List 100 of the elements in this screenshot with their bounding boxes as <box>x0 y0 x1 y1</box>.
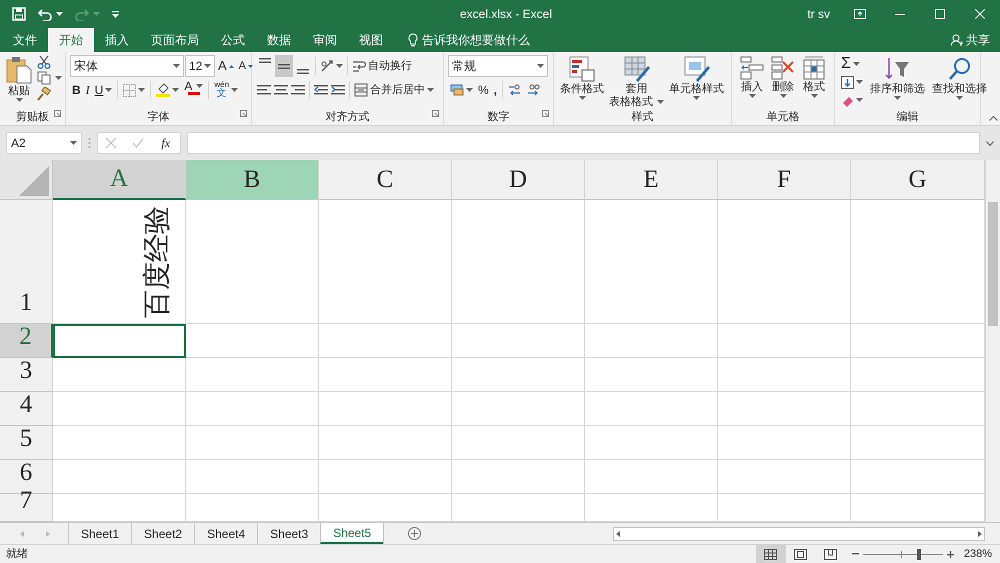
grid-cell[interactable] <box>718 392 851 426</box>
grid-cell[interactable] <box>319 200 452 324</box>
name-box[interactable]: A2 <box>6 132 82 154</box>
cells-button[interactable]: 插入 <box>738 55 766 109</box>
grid-cell[interactable] <box>718 324 851 358</box>
zoom-out-icon[interactable] <box>852 550 859 558</box>
column-header[interactable]: G <box>851 160 985 200</box>
column-header[interactable]: B <box>186 160 319 200</box>
grid-cell[interactable] <box>718 358 851 392</box>
style-button[interactable]: 条件格式 <box>558 55 606 109</box>
scroll-left-icon[interactable] <box>20 530 24 536</box>
zoom-percent[interactable]: 238% <box>964 546 992 562</box>
view-button[interactable] <box>756 545 786 563</box>
column-header[interactable]: E <box>585 160 718 200</box>
grid-cell[interactable] <box>452 200 585 324</box>
grid-cell[interactable] <box>452 426 585 460</box>
grow-font-button[interactable]: A <box>216 55 236 77</box>
grid-cell[interactable] <box>186 460 319 494</box>
cancel-icon[interactable] <box>106 138 116 148</box>
grid-cell[interactable] <box>53 426 186 460</box>
column-header[interactable]: D <box>452 160 585 200</box>
grid-cell[interactable] <box>452 460 585 494</box>
wrap-text-button[interactable]: 自动换行 <box>351 55 413 77</box>
grid-cell[interactable] <box>319 460 452 494</box>
grid-cell[interactable]: 百度经验 <box>53 200 186 324</box>
underline-button[interactable]: U <box>92 79 114 101</box>
fill-button[interactable] <box>839 73 865 91</box>
bold-button[interactable]: B <box>70 79 83 101</box>
grid-cell[interactable] <box>319 358 452 392</box>
horizontal-scrollbar[interactable] <box>613 526 985 540</box>
sheet-tab[interactable]: Sheet5 <box>320 523 384 544</box>
share-button[interactable]: 共享 <box>941 28 1000 52</box>
ribbon-tab[interactable]: 视图 <box>348 28 394 52</box>
format-painter-icon[interactable] <box>37 87 51 101</box>
phonetic-guide-button[interactable]: wén 文 <box>212 79 240 101</box>
row-header[interactable]: 4 <box>0 392 53 426</box>
undo-icon[interactable] <box>38 7 52 21</box>
grid-cell[interactable] <box>319 426 452 460</box>
sort-filter-button[interactable]: 排序和筛选 <box>868 55 927 109</box>
ribbon-tab[interactable]: 页面布局 <box>140 28 210 52</box>
font-name-dropdown[interactable]: 宋体 <box>70 55 184 77</box>
grid-cell[interactable] <box>186 358 319 392</box>
find-select-button[interactable]: 查找和选择 <box>930 55 989 109</box>
grid-cell[interactable] <box>319 392 452 426</box>
grid-cell[interactable] <box>452 392 585 426</box>
select-all-button[interactable] <box>0 160 53 200</box>
column-header[interactable]: C <box>319 160 452 200</box>
italic-button[interactable]: I <box>84 79 92 101</box>
zoom-in-icon[interactable] <box>946 550 954 558</box>
grid-cell[interactable] <box>53 358 186 392</box>
comma-button[interactable]: , <box>492 79 500 101</box>
style-button[interactable]: 单元格样式 <box>667 55 726 109</box>
grid-cell[interactable] <box>585 324 718 358</box>
dialog-launcher-icon[interactable] <box>54 110 61 118</box>
ribbon-tab[interactable]: 审阅 <box>302 28 348 52</box>
tell-me-search[interactable]: 告诉我你想要做什么 <box>400 28 538 52</box>
copy-icon[interactable] <box>37 71 51 85</box>
grid-cell[interactable] <box>452 324 585 358</box>
merge-center-button[interactable]: 合并后居中 <box>353 79 435 101</box>
scissors-icon[interactable] <box>37 55 51 69</box>
ribbon-tab[interactable]: 文件 <box>2 28 48 52</box>
grid-cell[interactable] <box>53 392 186 426</box>
ribbon-tab[interactable]: 数据 <box>256 28 302 52</box>
paste-button[interactable]: 粘贴 <box>4 55 34 109</box>
grid-cell[interactable] <box>585 200 718 324</box>
grid-cell[interactable] <box>186 392 319 426</box>
add-sheet-icon[interactable] <box>408 527 422 540</box>
row-header[interactable]: 3 <box>0 358 53 392</box>
grid-cell[interactable] <box>585 392 718 426</box>
cells-button[interactable]: 格式 <box>800 55 828 109</box>
style-button[interactable]: 套用 表格格式 <box>607 55 666 109</box>
customize-icon[interactable] <box>112 10 119 18</box>
save-icon[interactable] <box>12 7 26 21</box>
grid-cell[interactable] <box>718 426 851 460</box>
row-header[interactable]: 7 <box>0 494 53 522</box>
ribbon-tab[interactable]: 公式 <box>210 28 256 52</box>
dialog-launcher-icon[interactable] <box>542 110 549 118</box>
row-header[interactable]: 1 <box>0 200 53 324</box>
grid-cell[interactable] <box>186 324 319 358</box>
selected-cell[interactable] <box>53 324 186 358</box>
vertical-align-button[interactable] <box>275 55 293 77</box>
grid-cell[interactable] <box>718 200 851 324</box>
grid-cell[interactable] <box>585 358 718 392</box>
ribbon-tab[interactable]: 插入 <box>94 28 140 52</box>
percent-button[interactable]: % <box>476 79 491 101</box>
cells-button[interactable]: 删除 <box>769 55 797 109</box>
number-format-dropdown[interactable]: 常规 <box>448 55 548 77</box>
formula-input[interactable] <box>187 132 980 154</box>
font-color-button[interactable]: A <box>182 79 206 101</box>
shrink-font-button[interactable]: A <box>236 55 256 77</box>
ribbon-tab[interactable]: 开始 <box>48 28 94 52</box>
row-header[interactable]: 5 <box>0 426 53 460</box>
enter-icon[interactable] <box>132 138 144 148</box>
font-size-dropdown[interactable]: 12 <box>185 55 215 77</box>
grid-cell[interactable] <box>718 460 851 494</box>
grid-cell[interactable] <box>319 324 452 358</box>
dialog-launcher-icon[interactable] <box>240 110 247 118</box>
grid-cell[interactable] <box>585 426 718 460</box>
dialog-launcher-icon[interactable] <box>432 110 439 118</box>
insert-function-button[interactable]: fx <box>159 132 172 154</box>
